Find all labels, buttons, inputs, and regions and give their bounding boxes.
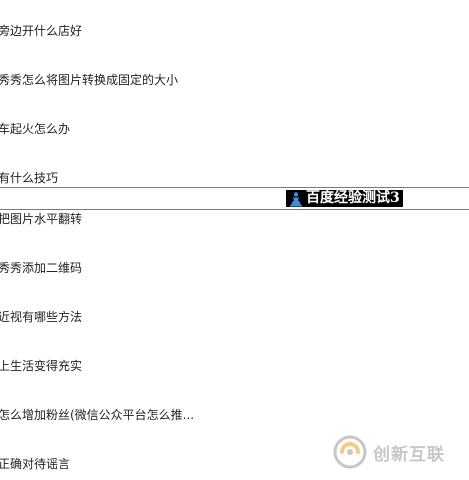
watermark: 创新互联 <box>333 432 469 472</box>
list-item[interactable]: 近视有哪些方法 <box>0 307 82 327</box>
test-badge[interactable]: 百度经验测试3 <box>286 190 403 207</box>
list-item[interactable]: 把图片水平翻转 <box>0 209 82 229</box>
list-item[interactable]: 旁边开什么店好 <box>0 21 82 41</box>
blue-figure-icon <box>288 190 304 207</box>
list-item[interactable]: 正确对待谣言 <box>0 454 70 474</box>
list-item[interactable]: 秀秀怎么将图片转换成固定的大小 <box>0 70 178 90</box>
list-item[interactable]: 上生活变得充实 <box>0 356 82 376</box>
list-item[interactable]: 怎么增加粉丝(微信公众平台怎么推... <box>0 405 194 425</box>
watermark-text: 创新互联 <box>373 444 445 465</box>
test-badge-label: 百度经验测试3 <box>306 190 400 206</box>
swirl-logo-icon <box>333 435 367 469</box>
article-list: 旁边开什么店好 秀秀怎么将图片转换成固定的大小 车起火怎么办 有什么技巧 把图片… <box>0 0 469 480</box>
list-item[interactable]: 秀秀添加二维码 <box>0 258 82 278</box>
test-overlay-bar: 百度经验测试3 <box>0 187 469 210</box>
list-item[interactable]: 有什么技巧 <box>0 168 58 188</box>
list-item[interactable]: 车起火怎么办 <box>0 119 70 139</box>
